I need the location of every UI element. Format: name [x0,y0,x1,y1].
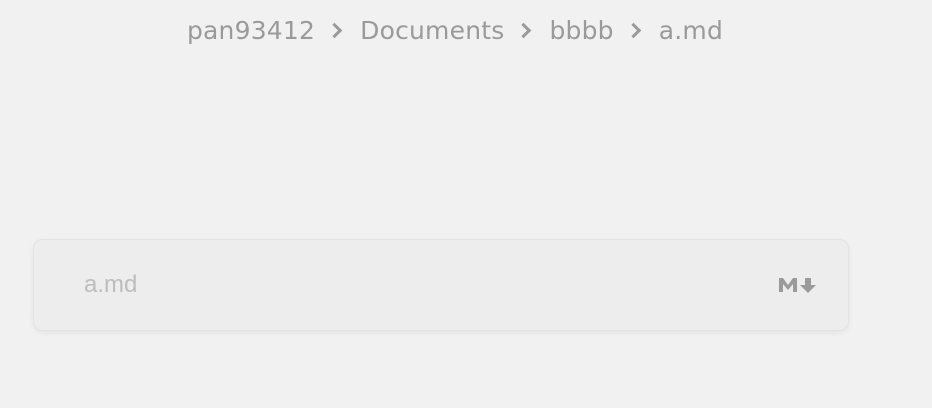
file-name-text: a.md [84,271,138,298]
chevron-right-icon [516,22,532,38]
file-name-field[interactable]: a.md [33,239,849,331]
breadcrumb: pan93412 Documents bbbb a.md [0,0,910,60]
breadcrumb-item-file[interactable]: a.md [659,16,723,45]
breadcrumb-item-folder[interactable]: bbbb [549,16,613,45]
breadcrumb-item-documents[interactable]: Documents [360,16,504,45]
chevron-right-icon [625,22,642,38]
markdown-icon [778,276,820,294]
breadcrumb-item-user[interactable]: pan93412 [187,16,315,45]
chevron-right-icon [326,22,343,38]
